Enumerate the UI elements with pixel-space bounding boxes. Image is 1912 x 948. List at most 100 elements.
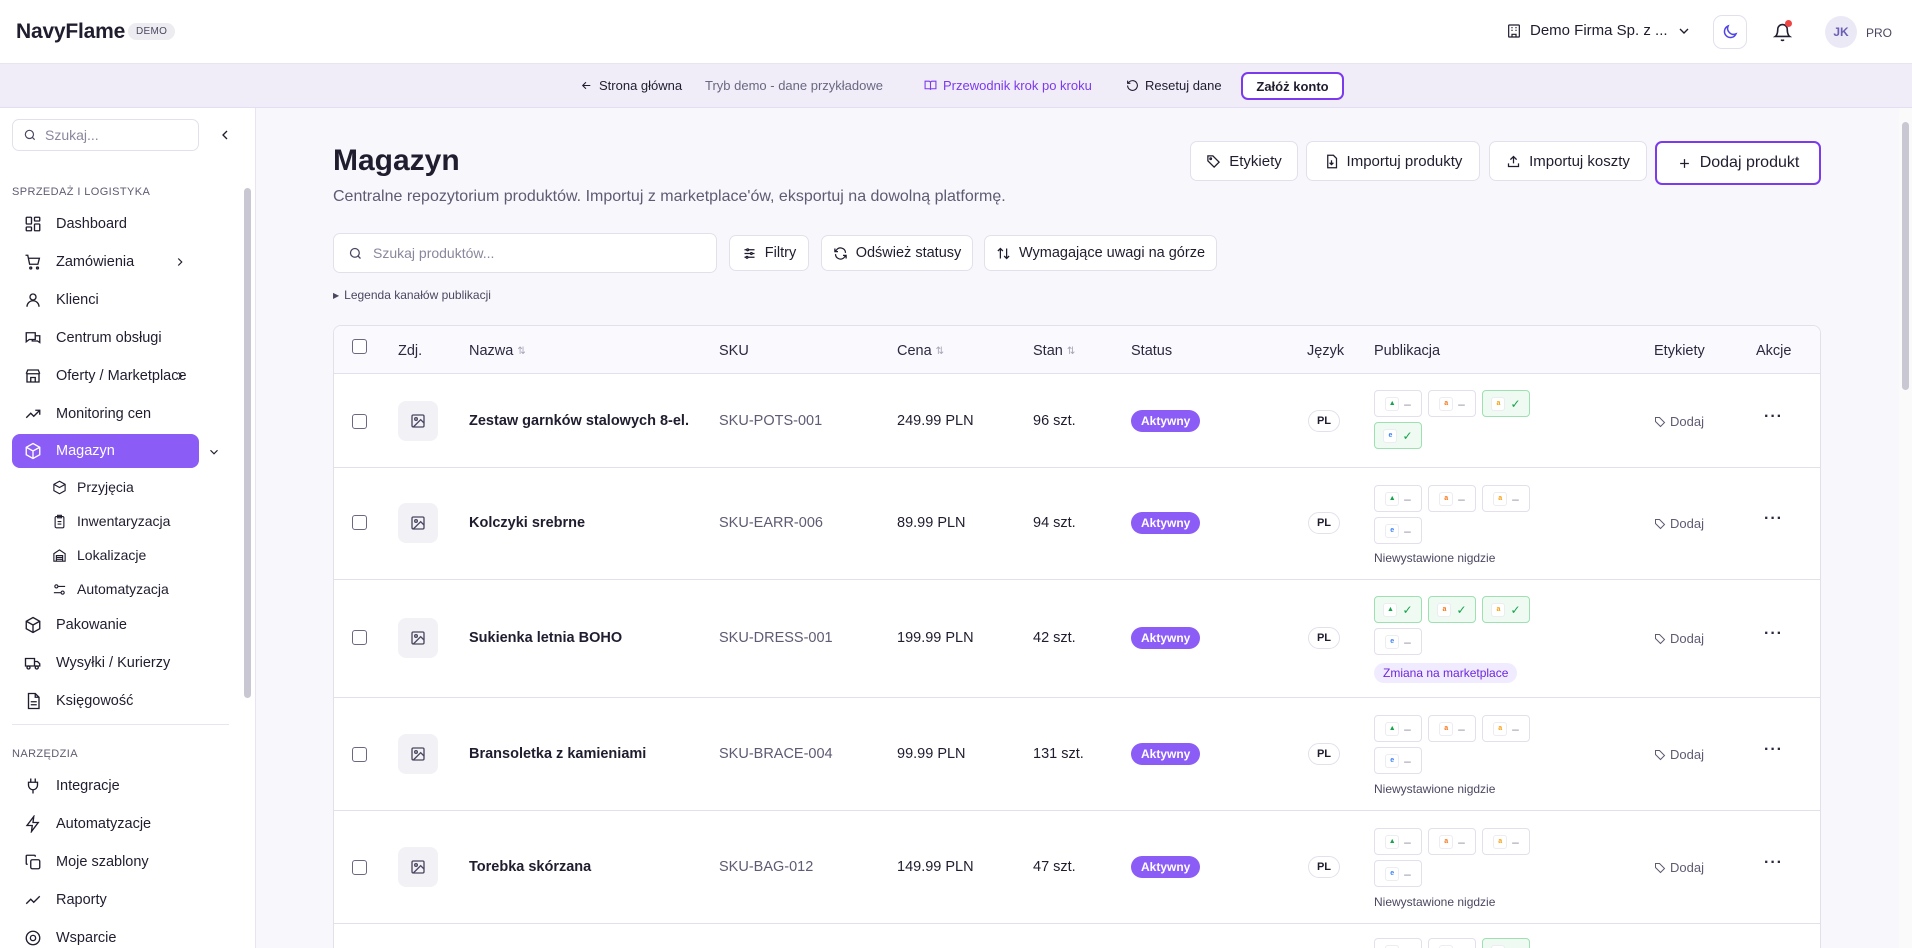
labels-button[interactable]: Etykiety	[1190, 141, 1298, 181]
import-products-button[interactable]: Importuj produkty	[1306, 141, 1480, 181]
sidebar-scrollbar[interactable]	[244, 178, 251, 938]
sidebar-subitem-receipts[interactable]: Przyjęcia	[52, 474, 134, 500]
import-costs-button[interactable]: Importuj koszty	[1489, 141, 1647, 181]
channel-chip-allegro[interactable]: a–	[1428, 828, 1476, 855]
channel-chip-amazon[interactable]: a –	[1482, 715, 1530, 742]
sidebar-subitem-inventory[interactable]: Inwentaryzacja	[52, 508, 170, 534]
channel-chip-allegro[interactable]: a ✓	[1428, 596, 1476, 623]
channel-chip-ebay[interactable]: e –	[1374, 747, 1422, 774]
channel-chip-shopify[interactable]: ▲–	[1374, 390, 1422, 417]
product-name[interactable]: Torebka skórzana	[469, 859, 591, 875]
add-tag-button[interactable]: Dodaj	[1654, 631, 1704, 646]
channel-chip-allegro[interactable]: a–	[1428, 938, 1476, 948]
table-row[interactable]: Zestaw garnków stalowych 8-el. SKU-POTS-…	[334, 374, 1820, 468]
sidebar-divider	[12, 724, 229, 725]
add-tag-button[interactable]: Dodaj	[1654, 414, 1704, 429]
row-actions-button[interactable]: ···	[1764, 854, 1783, 872]
channel-chip-ebay[interactable]: e –	[1374, 517, 1422, 544]
sidebar-item-orders[interactable]: Zamówienia	[12, 245, 199, 279]
row-checkbox[interactable]	[352, 860, 367, 875]
page-scrollbar[interactable]	[1899, 108, 1912, 948]
header-name[interactable]: Nazwa ⇅	[469, 343, 526, 359]
collapse-sidebar-button[interactable]	[214, 124, 236, 146]
header-price[interactable]: Cena ⇅	[897, 343, 944, 359]
row-actions-button[interactable]: ···	[1764, 510, 1783, 528]
sidebar-item-warehouse[interactable]: Magazyn	[12, 434, 199, 468]
sidebar-item-automations[interactable]: Automatyzacje	[12, 807, 199, 841]
channel-chip-amazon[interactable]: a✓	[1482, 596, 1530, 623]
guide-link[interactable]: Przewodnik krok po kroku	[924, 78, 1092, 93]
row-actions-button[interactable]: ···	[1764, 625, 1783, 643]
sidebar-subitem-locations[interactable]: Lokalizacje	[52, 542, 146, 568]
sidebar-scrollbar-thumb[interactable]	[244, 188, 251, 698]
row-checkbox[interactable]	[352, 515, 367, 530]
sidebar-item-templates[interactable]: Moje szablony	[12, 845, 199, 879]
signup-button[interactable]: Załóż konto	[1241, 72, 1344, 100]
channel-chip-allegro[interactable]: a–	[1428, 390, 1476, 417]
channel-chip-shopify[interactable]: ▲–	[1374, 485, 1422, 512]
channel-chip-ebay[interactable]: e –	[1374, 860, 1422, 887]
add-tag-button[interactable]: Dodaj	[1654, 860, 1704, 875]
row-checkbox[interactable]	[352, 414, 367, 429]
sidebar-item-integrations[interactable]: Integracje	[12, 769, 199, 803]
sidebar-item-shipping[interactable]: Wysyłki / Kurierzy	[12, 646, 199, 680]
sidebar-item-accounting[interactable]: Księgowość	[12, 684, 199, 718]
header-status: Status	[1131, 343, 1173, 359]
add-tag-button[interactable]: Dodaj	[1654, 747, 1704, 762]
channel-chip-amazon[interactable]: a –	[1482, 828, 1530, 855]
chevron-down-icon[interactable]	[207, 445, 221, 459]
sidebar-item-dashboard[interactable]: Dashboard	[12, 207, 199, 241]
sidebar-item-packing[interactable]: Pakowanie	[12, 608, 199, 642]
product-name[interactable]: Kolczyki srebrne	[469, 515, 585, 531]
channel-chip-shopify[interactable]: ▲–	[1374, 715, 1422, 742]
channel-chip-amazon[interactable]: a✓	[1482, 938, 1530, 948]
sidebar-item-reports[interactable]: Raporty	[12, 883, 199, 917]
sidebar-search-input[interactable]: Szukaj...	[12, 119, 199, 151]
brand-logo[interactable]: NavyFlame	[16, 20, 125, 44]
row-checkbox[interactable]	[352, 747, 367, 762]
select-all-checkbox[interactable]	[352, 339, 367, 354]
channel-chip-amazon[interactable]: a✓	[1482, 390, 1530, 417]
notifications-button[interactable]	[1765, 15, 1799, 49]
table-row[interactable]: Sukienka letnia BOHO SKU-DRESS-001 199.9…	[334, 580, 1820, 698]
sidebar-item-offers[interactable]: Oferty / Marketplace	[12, 359, 199, 393]
sidebar-item-clients[interactable]: Klienci	[12, 283, 199, 317]
table-row[interactable]: Torebka skórzana SKU-BAG-012 149.99 PLN …	[334, 811, 1820, 924]
attention-sort-button[interactable]: Wymagające uwagi na górze	[984, 235, 1217, 271]
table-row[interactable]: Bransoletka z kamieniami SKU-BRACE-004 9…	[334, 698, 1820, 811]
reset-data-button[interactable]: Resetuj dane	[1126, 78, 1222, 93]
table-row[interactable]: ▲– a– a✓	[334, 924, 1820, 948]
add-product-button[interactable]: Dodaj produkt	[1655, 141, 1821, 185]
refresh-statuses-button[interactable]: Odśwież statusy	[821, 235, 973, 271]
avatar[interactable]: JK	[1825, 16, 1857, 48]
home-link[interactable]: Strona główna	[580, 78, 682, 93]
product-name[interactable]: Sukienka letnia BOHO	[469, 630, 622, 646]
channel-chip-amazon[interactable]: a –	[1482, 485, 1530, 512]
row-actions-button[interactable]: ···	[1764, 741, 1783, 759]
row-actions-button[interactable]: ···	[1764, 408, 1783, 426]
channel-chip-ebay[interactable]: e ✓	[1374, 422, 1422, 449]
product-search-input[interactable]: Szukaj produktów...	[333, 233, 717, 273]
table-row[interactable]: Kolczyki srebrne SKU-EARR-006 89.99 PLN …	[334, 468, 1820, 580]
theme-toggle-button[interactable]	[1713, 15, 1747, 49]
marketplace-change-badge[interactable]: Zmiana na marketplace	[1374, 663, 1518, 683]
channel-chip-ebay[interactable]: e –	[1374, 628, 1422, 655]
product-name[interactable]: Zestaw garnków stalowych 8-el.	[469, 413, 689, 429]
channel-chip-allegro[interactable]: a–	[1428, 715, 1476, 742]
row-checkbox[interactable]	[352, 630, 367, 645]
filters-button[interactable]: Filtry	[729, 235, 809, 271]
sidebar-item-service-center[interactable]: Centrum obsługi	[12, 321, 199, 355]
sidebar-item-support[interactable]: Wsparcie	[12, 921, 199, 948]
channel-chip-allegro[interactable]: a–	[1428, 485, 1476, 512]
sidebar-subitem-automation[interactable]: Automatyzacja	[52, 576, 169, 602]
company-switcher[interactable]: Demo Firma Sp. z ...	[1506, 22, 1692, 39]
channel-chip-shopify[interactable]: ▲ ✓	[1374, 596, 1422, 623]
channel-chip-shopify[interactable]: ▲–	[1374, 828, 1422, 855]
add-tag-button[interactable]: Dodaj	[1654, 516, 1704, 531]
legend-toggle[interactable]: ▶ Legenda kanałów publikacji	[333, 288, 491, 302]
header-stock[interactable]: Stan ⇅	[1033, 343, 1075, 359]
product-name[interactable]: Bransoletka z kamieniami	[469, 746, 646, 762]
channel-chip-shopify[interactable]: ▲–	[1374, 938, 1422, 948]
page-scrollbar-thumb[interactable]	[1902, 122, 1909, 390]
sidebar-item-price-monitoring[interactable]: Monitoring cen	[12, 397, 199, 431]
